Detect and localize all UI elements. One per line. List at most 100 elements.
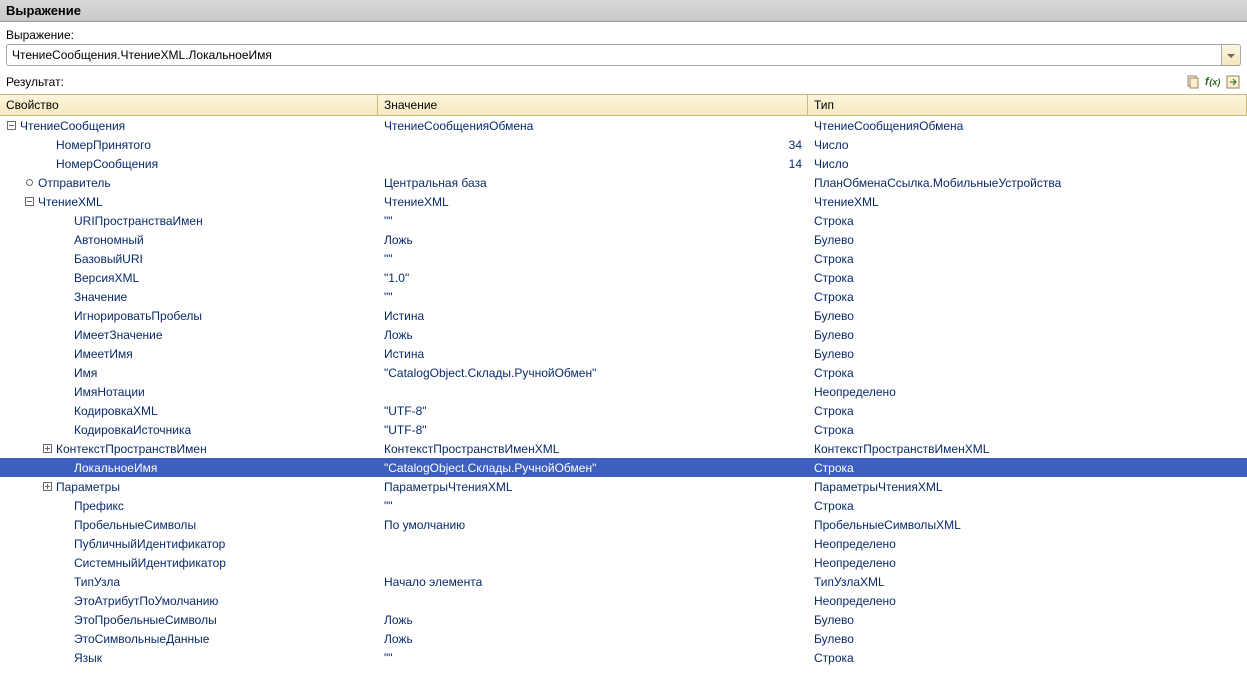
tree-row[interactable]: ПараметрыПараметрыЧтенияXMLПараметрыЧтен… xyxy=(0,477,1247,496)
tree-row[interactable]: ИмеетЗначениеЛожьБулево xyxy=(0,325,1247,344)
property-type: Булево xyxy=(808,632,1247,646)
col-header-value[interactable]: Значение xyxy=(378,95,808,115)
property-name: URIПространстваИмен xyxy=(74,214,203,228)
property-value: Ложь xyxy=(378,328,808,342)
indent-placeholder xyxy=(40,157,54,171)
property-name: ЭтоСимвольныеДанные xyxy=(74,632,209,646)
property-type: Число xyxy=(808,138,1247,152)
property-name: ТипУзла xyxy=(74,575,120,589)
property-type: Строка xyxy=(808,252,1247,266)
property-value: "" xyxy=(378,651,808,665)
tree-row[interactable]: КодировкаИсточника"UTF-8"Строка xyxy=(0,420,1247,439)
tree-row[interactable]: Имя"CatalogObject.Склады.РучнойОбмен"Стр… xyxy=(0,363,1247,382)
tree-row[interactable]: ЛокальноеИмя"CatalogObject.Склады.Ручной… xyxy=(0,458,1247,477)
tree-row[interactable]: ЭтоПробельныеСимволыЛожьБулево xyxy=(0,610,1247,629)
tree-row[interactable]: ПубличныйИдентификаторНеопределено xyxy=(0,534,1247,553)
property-name: КодировкаИсточника xyxy=(74,423,191,437)
property-type: ТипУзлаXML xyxy=(808,575,1247,589)
property-value: "" xyxy=(378,290,808,304)
indent-placeholder xyxy=(58,347,72,361)
clipboard-icon[interactable] xyxy=(1185,74,1201,90)
tree-row[interactable]: АвтономныйЛожьБулево xyxy=(0,230,1247,249)
indent-placeholder xyxy=(58,499,72,513)
grid-header: Свойство Значение Тип xyxy=(0,94,1247,116)
output-icon[interactable] xyxy=(1225,74,1241,90)
property-name: КодировкаXML xyxy=(74,404,158,418)
property-name: ИмяНотации xyxy=(74,385,145,399)
col-header-property[interactable]: Свойство xyxy=(0,95,378,115)
indent-placeholder xyxy=(58,594,72,608)
property-value: Ложь xyxy=(378,613,808,627)
property-name: ПубличныйИдентификатор xyxy=(74,537,225,551)
property-type: ПараметрыЧтенияXML xyxy=(808,480,1247,494)
collapse-icon[interactable] xyxy=(22,195,36,209)
property-name: ПробельныеСимволы xyxy=(74,518,196,532)
fx-icon[interactable]: f(x) xyxy=(1205,74,1221,90)
indent-placeholder xyxy=(58,290,72,304)
tree-row[interactable]: Язык ""Строка xyxy=(0,648,1247,667)
indent-placeholder xyxy=(58,651,72,665)
tree-row[interactable]: Префикс""Строка xyxy=(0,496,1247,515)
property-name: ЛокальноеИмя xyxy=(74,461,157,475)
indent-placeholder xyxy=(58,575,72,589)
indent-placeholder xyxy=(58,233,72,247)
tree-row[interactable]: URIПространстваИмен""Строка xyxy=(0,211,1247,230)
indent-placeholder xyxy=(58,404,72,418)
tree-row[interactable]: ОтправительЦентральная базаПланОбменаСсы… xyxy=(0,173,1247,192)
grid-body[interactable]: ЧтениеСообщенияЧтениеСообщенияОбменаЧтен… xyxy=(0,116,1247,676)
tree-row[interactable]: КодировкаXML "UTF-8"Строка xyxy=(0,401,1247,420)
tree-row[interactable]: НомерСообщения14Число xyxy=(0,154,1247,173)
property-name: Язык xyxy=(74,651,102,665)
tree-row[interactable]: СистемныйИдентификаторНеопределено xyxy=(0,553,1247,572)
property-value: "UTF-8" xyxy=(378,404,808,418)
tree-row[interactable]: ИгнорироватьПробелыИстинаБулево xyxy=(0,306,1247,325)
result-label: Результат: xyxy=(6,75,1185,89)
expression-dropdown-button[interactable] xyxy=(1222,44,1241,66)
tree-row[interactable]: КонтекстПространствИменКонтекстПространс… xyxy=(0,439,1247,458)
property-name: Префикс xyxy=(74,499,124,513)
tree-row[interactable]: Значение""Строка xyxy=(0,287,1247,306)
indent-placeholder xyxy=(58,252,72,266)
tree-row[interactable]: ПробельныеСимволыПо умолчаниюПробельныеС… xyxy=(0,515,1247,534)
property-name: ЧтениеСообщения xyxy=(20,119,125,133)
property-type: Строка xyxy=(808,290,1247,304)
property-type: ЧтениеСообщенияОбмена xyxy=(808,119,1247,133)
property-value: Истина xyxy=(378,309,808,323)
property-name: Отправитель xyxy=(38,176,111,190)
tree-row[interactable]: ЧтениеСообщения ЧтениеСообщенияОбменаЧтен… xyxy=(0,116,1247,135)
property-name: БазовыйURI xyxy=(74,252,143,266)
indent-placeholder xyxy=(58,537,72,551)
col-header-type[interactable]: Тип xyxy=(808,95,1247,115)
property-type: Строка xyxy=(808,404,1247,418)
tree-row[interactable]: БазовыйURI""Строка xyxy=(0,249,1247,268)
expression-input[interactable] xyxy=(6,44,1222,66)
property-type: Строка xyxy=(808,461,1247,475)
tree-row[interactable]: ЭтоАтрибутПоУмолчаниюНеопределено xyxy=(0,591,1247,610)
expand-icon[interactable] xyxy=(40,442,54,456)
property-name: НомерПринятого xyxy=(56,138,151,152)
property-type: Булево xyxy=(808,233,1247,247)
tree-row[interactable]: ВерсияXML"1.0"Строка xyxy=(0,268,1247,287)
property-value: Истина xyxy=(378,347,808,361)
property-type: Строка xyxy=(808,651,1247,665)
indent-placeholder xyxy=(58,518,72,532)
property-value: ЧтениеXML xyxy=(378,195,808,209)
property-name: ВерсияXML xyxy=(74,271,139,285)
collapse-icon[interactable] xyxy=(4,119,18,133)
property-name: ИмеетИмя xyxy=(74,347,133,361)
tree-row[interactable]: НомерПринятого34Число xyxy=(0,135,1247,154)
tree-row[interactable]: ИмяНотацииНеопределено xyxy=(0,382,1247,401)
indent-placeholder xyxy=(58,423,72,437)
tree-row[interactable]: ЧтениеXMLЧтениеXMLЧтениеXML xyxy=(0,192,1247,211)
tree-row[interactable]: ТипУзлаНачало элементаТипУзлаXML xyxy=(0,572,1247,591)
indent-placeholder xyxy=(40,138,54,152)
property-value: ЧтениеСообщенияОбмена xyxy=(378,119,808,133)
indent-placeholder xyxy=(58,613,72,627)
property-type: ПробельныеСимволыXML xyxy=(808,518,1247,532)
tree-row[interactable]: ИмеетИмяИстинаБулево xyxy=(0,344,1247,363)
property-type: Строка xyxy=(808,423,1247,437)
property-name: ЭтоПробельныеСимволы xyxy=(74,613,217,627)
tree-row[interactable]: ЭтоСимвольныеДанныеЛожьБулево xyxy=(0,629,1247,648)
property-type: Строка xyxy=(808,499,1247,513)
expand-icon[interactable] xyxy=(40,480,54,494)
